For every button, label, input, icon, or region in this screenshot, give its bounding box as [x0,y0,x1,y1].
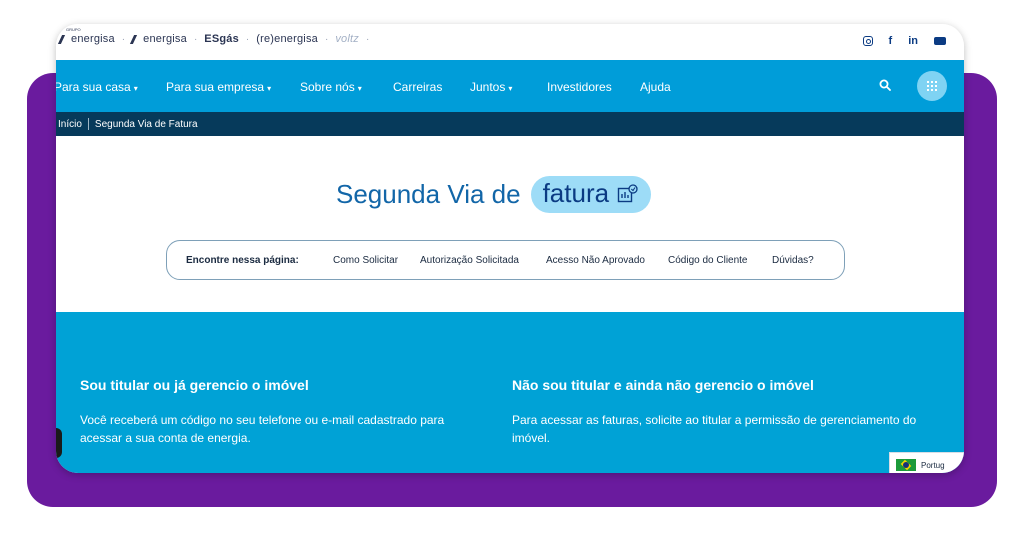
language-selector[interactable]: Portug [889,452,964,473]
option-holder-text: Você receberá um código no seu telefone … [80,413,445,445]
option-non-holder-title: Não sou titular e ainda não gerencio o i… [512,377,814,393]
option-non-holder-text: Para acessar as faturas, solicite ao tit… [512,413,917,445]
nav-item-para-sua-casa[interactable]: Para sua casa ▾ [56,80,138,94]
brand-group-label: GRUPO [66,27,81,32]
brand-separator: · [245,33,250,45]
apps-menu-button[interactable] [917,71,947,101]
breadcrumb-separator [87,118,89,130]
nav-item-ajuda[interactable]: Ajuda [640,80,671,94]
finder-link-acesso-nao-aprovado[interactable]: Acesso Não Aprovado [546,255,645,266]
finder-label: Encontre nessa página: [186,254,299,266]
page-section-finder: Encontre nessa página: Como Solicitar Au… [166,240,845,280]
brand-reenergisa[interactable]: (re)energisa [256,33,318,45]
language-label: Portug [921,460,945,470]
linkedin-icon[interactable]: in [908,35,918,47]
brand-esgas[interactable]: ESgás [204,33,239,45]
chevron-down-icon: ▾ [357,84,362,93]
title-highlight-text: fatura [542,178,610,208]
youtube-icon[interactable] [934,37,946,45]
chevron-down-icon: ▾ [508,84,513,93]
instagram-icon[interactable] [862,36,873,46]
main-navigation: Para sua casa ▾ Para sua empresa ▾ Sobre n… [56,60,964,112]
finder-link-autorizacao-solicitada[interactable]: Autorização Solicitada [420,255,519,266]
grid-icon [927,81,937,91]
finder-link-codigo-do-cliente[interactable]: Código do Cliente [668,255,748,266]
search-icon[interactable] [879,79,891,91]
nav-item-para-sua-empresa[interactable]: Para sua empresa ▾ [166,80,271,94]
brand-energisa[interactable]: energisa [130,33,187,45]
brand-separator: · [324,33,329,45]
invoice-chart-icon [617,183,638,202]
access-options-section: Sou titular ou já gerencio o imóvel Você… [56,312,964,473]
brand-grupo-energisa[interactable]: GRUPO energisa [57,27,115,45]
energisa-logo-icon [57,34,72,44]
nav-item-juntos[interactable]: Juntos ▾ [470,80,512,94]
social-links: f in [862,35,946,47]
finder-link-duvidas[interactable]: Dúvidas? [772,255,814,266]
energisa-logo-icon [130,34,144,44]
nav-item-carreiras[interactable]: Carreiras [393,80,442,94]
option-holder-title: Sou titular ou já gerencio o imóvel [80,377,309,393]
finder-link-como-solicitar[interactable]: Como Solicitar [333,255,398,266]
hero-section: Segunda Via de fatura Encontre nessa pág… [56,136,964,312]
breadcrumb-home-link[interactable]: Início [58,119,82,130]
breadcrumb-current: Segunda Via de Fatura [94,118,198,130]
side-widget-edge[interactable] [56,428,62,458]
chevron-down-icon: ▾ [267,84,272,93]
browser-frame: GRUPO energisa · energisa · ESgás · (re)… [56,24,964,473]
title-highlight-pill: fatura [530,176,652,213]
brand-separator: · [121,33,126,45]
nav-item-sobre-nos[interactable]: Sobre nós ▾ [300,80,362,94]
brand-voltz[interactable]: voltz [335,33,359,45]
brand-list: GRUPO energisa · energisa · ESgás · (re)… [57,27,370,45]
brand-separator: · [193,33,198,45]
screenshot-stage: GRUPO energisa · energisa · ESgás · (re)… [0,0,1024,536]
brazil-flag-icon [896,459,916,471]
chevron-down-icon: ▾ [133,84,138,93]
brand-separator: · [365,33,370,45]
page-title-text: Segunda Via de [336,179,521,209]
facebook-icon[interactable]: f [889,35,893,47]
page-title: Segunda Via de fatura [336,176,652,213]
nav-item-investidores[interactable]: Investidores [547,80,612,94]
breadcrumb: Início Segunda Via de Fatura [56,112,964,136]
brand-bar: GRUPO energisa · energisa · ESgás · (re)… [56,24,964,60]
